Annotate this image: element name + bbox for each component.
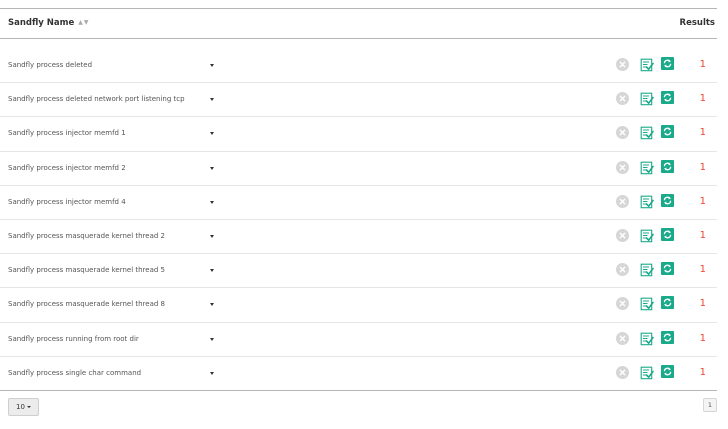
column-header-sandfly-name[interactable]: Sandfly Name ▲▼ bbox=[8, 18, 90, 28]
table-row: Sandfly process single char command 1 bbox=[0, 357, 717, 391]
checklist-icon[interactable] bbox=[640, 194, 654, 209]
sandfly-name: Sandfly process single char command bbox=[8, 368, 142, 377]
result-count[interactable]: 1 bbox=[700, 298, 706, 309]
expand-caret-icon[interactable] bbox=[210, 98, 214, 102]
table-row: Sandfly process deleted 1 bbox=[0, 49, 717, 84]
expand-caret-icon[interactable] bbox=[210, 303, 214, 307]
results-table: Sandfly Name ▲▼ Results Sandfly process d… bbox=[0, 8, 717, 391]
sandfly-name: Sandfly process deleted bbox=[8, 61, 93, 69]
sandfly-name: Sandfly process masquerade kernel thread… bbox=[8, 266, 166, 275]
close-circle-icon[interactable] bbox=[616, 263, 629, 277]
close-circle-icon[interactable] bbox=[616, 228, 629, 242]
expand-caret-icon[interactable] bbox=[210, 64, 214, 67]
sort-icon[interactable]: ▲▼ bbox=[78, 19, 89, 26]
close-circle-icon[interactable] bbox=[616, 365, 629, 379]
pagination-page-button[interactable]: 1 bbox=[703, 398, 717, 412]
close-circle-icon[interactable] bbox=[616, 160, 629, 174]
table-row: Sandfly process running from root dir 1 bbox=[0, 323, 717, 357]
refresh-icon[interactable] bbox=[661, 193, 674, 207]
close-circle-icon[interactable] bbox=[616, 331, 629, 345]
table-header: Sandfly Name ▲▼ Results bbox=[0, 8, 717, 39]
checklist-icon[interactable] bbox=[640, 160, 654, 174]
expand-caret-icon[interactable] bbox=[210, 269, 214, 273]
close-circle-icon[interactable] bbox=[616, 297, 629, 311]
result-count[interactable]: 1 bbox=[700, 196, 706, 207]
expand-caret-icon[interactable] bbox=[210, 132, 214, 136]
table-row: Sandfly process injector memfd 1 1 bbox=[0, 117, 717, 152]
table-row: Sandfly process deleted network port lis… bbox=[0, 83, 717, 118]
result-count[interactable]: 1 bbox=[700, 333, 706, 344]
chevron-down-icon bbox=[26, 406, 31, 408]
result-count[interactable]: 1 bbox=[700, 264, 706, 275]
table-row: Sandfly process masquerade kernel thread… bbox=[0, 288, 717, 323]
refresh-icon[interactable] bbox=[661, 57, 674, 70]
checklist-icon[interactable] bbox=[640, 125, 654, 140]
sandfly-name: Sandfly process masquerade kernel thread… bbox=[8, 231, 166, 240]
sandfly-name: Sandfly process injector memfd 2 bbox=[8, 163, 126, 172]
checklist-icon[interactable] bbox=[640, 296, 654, 311]
refresh-icon[interactable] bbox=[661, 296, 674, 310]
expand-caret-icon[interactable] bbox=[210, 234, 214, 238]
sandfly-name: Sandfly process injector memfd 1 bbox=[8, 129, 126, 138]
refresh-icon[interactable] bbox=[661, 125, 674, 139]
refresh-icon[interactable] bbox=[661, 227, 674, 241]
refresh-icon[interactable] bbox=[661, 364, 674, 378]
table-row: Sandfly process masquerade kernel thread… bbox=[0, 254, 717, 289]
result-count[interactable]: 1 bbox=[700, 162, 706, 173]
page-size-select[interactable]: 10 bbox=[8, 398, 39, 416]
checklist-icon[interactable] bbox=[640, 91, 654, 106]
sandfly-name: Sandfly process running from root dir bbox=[8, 334, 139, 343]
result-count[interactable]: 1 bbox=[700, 230, 706, 241]
table-row: Sandfly process masquerade kernel thread… bbox=[0, 220, 717, 255]
refresh-icon[interactable] bbox=[661, 330, 674, 344]
result-count[interactable]: 1 bbox=[700, 59, 706, 70]
expand-caret-icon[interactable] bbox=[210, 337, 214, 341]
checklist-icon[interactable] bbox=[640, 228, 654, 243]
close-circle-icon[interactable] bbox=[616, 194, 629, 208]
table-body: Sandfly process deleted 1 Sandfly proces… bbox=[0, 49, 717, 391]
page-size-value: 10 bbox=[16, 403, 25, 411]
checklist-icon[interactable] bbox=[640, 365, 654, 379]
sandfly-name: Sandfly process injector memfd 4 bbox=[8, 197, 126, 206]
checklist-icon[interactable] bbox=[640, 331, 654, 345]
close-circle-icon[interactable] bbox=[616, 58, 629, 71]
sandfly-name: Sandfly process masquerade kernel thread… bbox=[8, 300, 166, 309]
result-count[interactable]: 1 bbox=[700, 367, 706, 378]
table-row: Sandfly process injector memfd 4 1 bbox=[0, 186, 717, 220]
table-row: Sandfly process injector memfd 2 1 bbox=[0, 152, 717, 186]
refresh-icon[interactable] bbox=[661, 159, 674, 173]
expand-caret-icon[interactable] bbox=[210, 371, 214, 375]
checklist-icon[interactable] bbox=[640, 57, 654, 72]
column-header-results[interactable]: Results bbox=[680, 18, 715, 28]
checklist-icon[interactable] bbox=[640, 262, 654, 277]
expand-caret-icon[interactable] bbox=[210, 166, 214, 170]
sandfly-name: Sandfly process deleted network port lis… bbox=[8, 95, 185, 104]
result-count[interactable]: 1 bbox=[700, 93, 706, 104]
close-circle-icon[interactable] bbox=[616, 92, 629, 106]
close-circle-icon[interactable] bbox=[616, 126, 629, 140]
column-header-label: Sandfly Name bbox=[8, 18, 75, 28]
refresh-icon[interactable] bbox=[661, 262, 674, 276]
expand-caret-icon[interactable] bbox=[210, 200, 214, 204]
result-count[interactable]: 1 bbox=[700, 127, 706, 138]
refresh-icon[interactable] bbox=[661, 91, 674, 105]
